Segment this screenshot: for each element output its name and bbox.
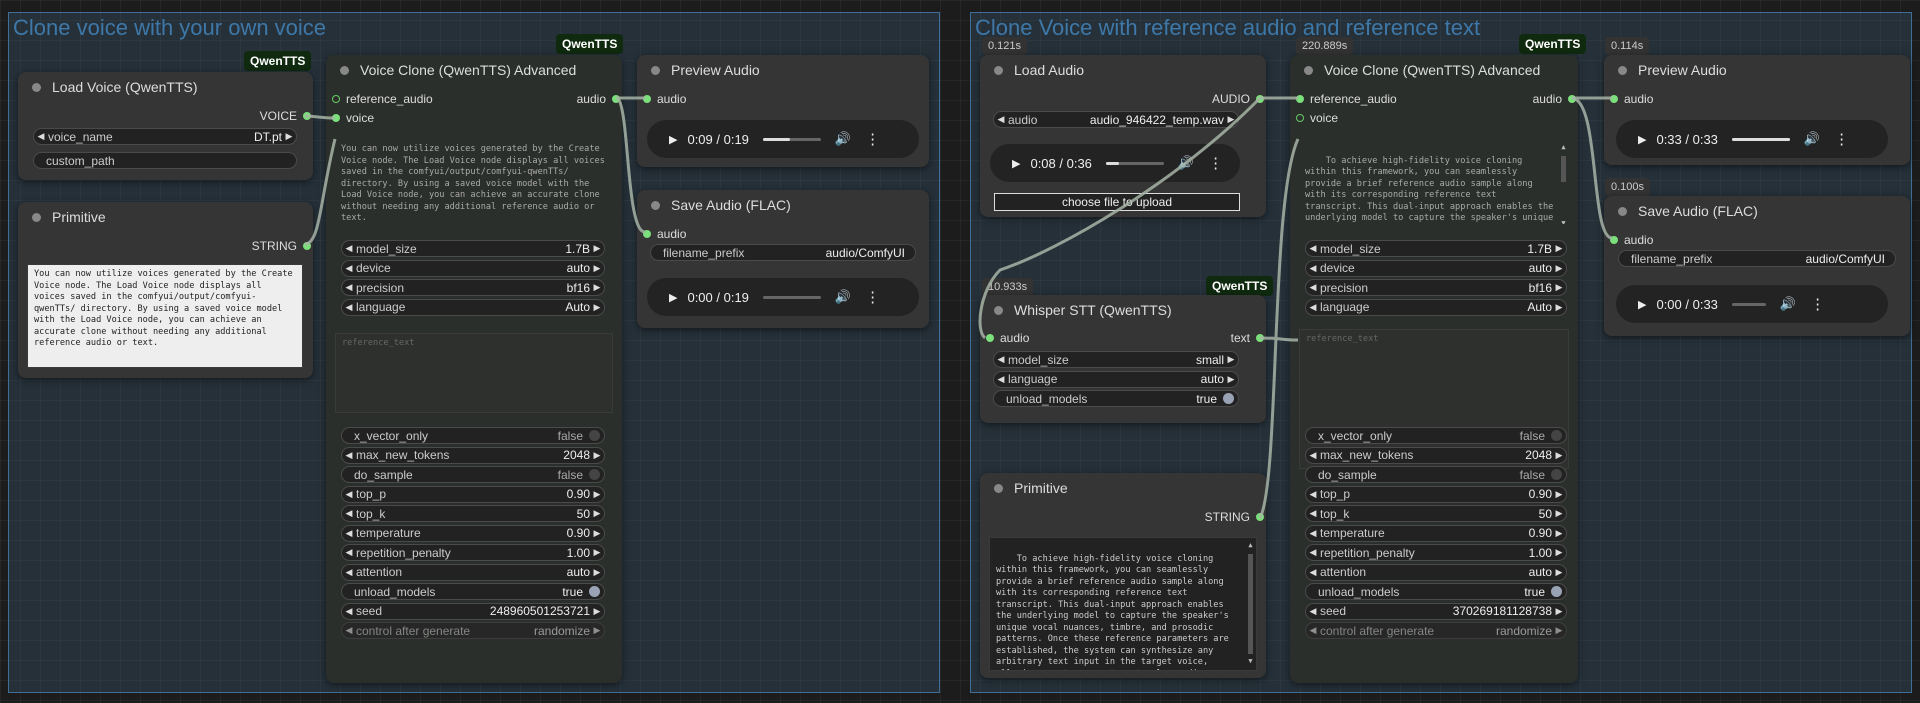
link-string-right xyxy=(1258,138,1300,519)
link-text xyxy=(1259,336,1299,342)
link-audio-save-right xyxy=(1571,96,1613,240)
link-string-left xyxy=(304,138,337,246)
link-audio-whisper xyxy=(978,96,1262,340)
link-voice xyxy=(304,114,336,120)
node-links xyxy=(304,96,1613,519)
link-audio-save-left xyxy=(614,96,646,234)
